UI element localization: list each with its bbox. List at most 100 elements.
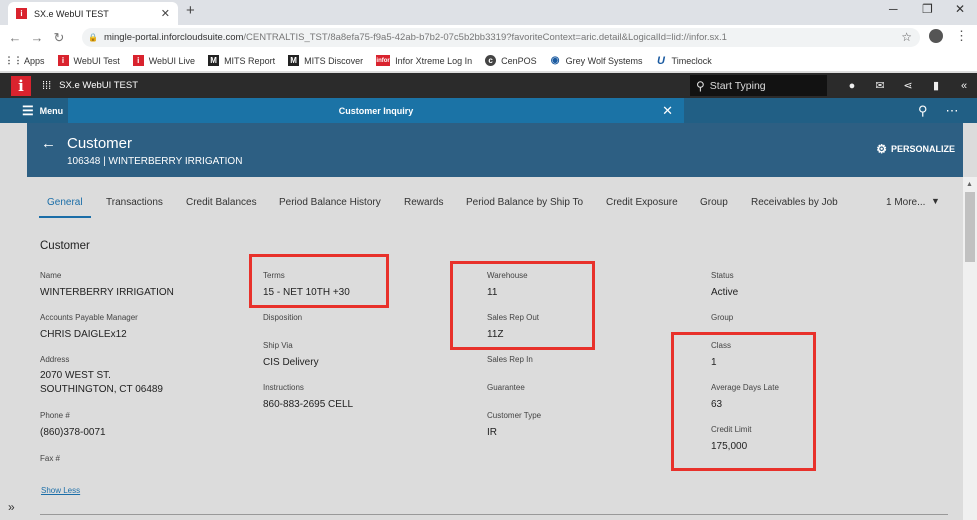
browser-tab-title: SX.e WebUI TEST — [34, 8, 109, 19]
address-label: Address — [40, 355, 70, 364]
ap-manager-value: CHRIS DAIGLEx12 — [40, 329, 127, 340]
new-tab-button[interactable]: + — [186, 2, 195, 19]
tab-transactions[interactable]: Transactions — [106, 197, 163, 208]
highlight-box-credit — [671, 332, 816, 471]
section-divider — [40, 514, 948, 515]
address-line1: 2070 WEST ST. — [40, 370, 111, 381]
back-arrow-icon[interactable]: ← — [4, 30, 26, 45]
bookmark-infor-xtreme[interactable]: infor Infor Xtreme Log In — [376, 55, 472, 66]
minimize-icon[interactable]: ─ — [889, 2, 898, 16]
expand-sidebar-icon[interactable]: » — [8, 500, 15, 514]
show-less-link[interactable]: Show Less — [41, 486, 80, 495]
bookmark-mits-discover[interactable]: M MITS Discover — [288, 55, 363, 66]
bookmark-webui-live[interactable]: i WebUI Live — [132, 55, 195, 66]
left-sidebar — [0, 123, 27, 520]
phone-value: (860)378-0071 — [40, 427, 106, 438]
restore-icon[interactable]: ❐ — [922, 2, 933, 16]
bookmark-icon[interactable]: ▮ — [922, 79, 950, 92]
back-arrow-icon[interactable]: ← — [41, 135, 56, 152]
app-title: SX.e WebUI TEST — [59, 80, 139, 91]
personalize-button[interactable]: ⚙ PERSONALIZE — [876, 142, 955, 156]
infor-logo[interactable]: i — [11, 75, 31, 96]
navbar-actions: ⚲ ⋯ — [918, 98, 977, 123]
user-icon[interactable]: ● — [838, 80, 866, 92]
fax-label: Fax # — [40, 454, 61, 463]
tab-period-balance-history[interactable]: Period Balance History — [279, 197, 381, 208]
window-close-icon[interactable]: ✕ — [955, 2, 965, 16]
tab-credit-exposure[interactable]: Credit Exposure — [606, 197, 678, 208]
profile-avatar-icon[interactable] — [929, 29, 943, 43]
timeclock-icon: U — [657, 54, 665, 67]
global-search-input[interactable]: ⚲ Start Typing — [690, 75, 827, 96]
browser-tabstrip: i SX.e WebUI TEST ✕ + ─ ❐ ✕ — [0, 0, 977, 25]
tab-group[interactable]: Group — [700, 197, 728, 208]
close-tab-icon[interactable]: ✕ — [662, 103, 673, 119]
infor-icon: i — [132, 55, 144, 66]
tab-more[interactable]: 1 More... — [886, 197, 925, 208]
tab-customer-inquiry[interactable]: Customer Inquiry ✕ — [68, 98, 684, 123]
bookmark-grey-wolf[interactable]: ◉ Grey Wolf Systems — [550, 55, 643, 66]
customer-id-subtitle: 106348 | WINTERBERRY IRRIGATION — [67, 156, 243, 167]
browser-menu-icon[interactable]: ⋮ — [955, 28, 968, 44]
tab-receivables-by-job[interactable]: Receivables by Job — [751, 197, 838, 208]
forward-arrow-icon[interactable]: → — [26, 30, 48, 45]
bookmark-star-icon[interactable]: ☆ — [901, 30, 912, 44]
instructions-value: 860-883-2695 CELL — [263, 399, 354, 410]
mits-icon: M — [208, 55, 220, 66]
app-top-bar: i ⁞⁞⁞ SX.e WebUI TEST ⚲ Start Typing ● ✉… — [0, 73, 977, 98]
disposition-label: Disposition — [263, 313, 303, 322]
browser-tab[interactable]: i SX.e WebUI TEST ✕ — [8, 2, 178, 25]
url-text: mingle-portal.inforcloudsuite.com/CENTRA… — [104, 32, 727, 43]
status-label: Status — [711, 271, 734, 280]
reload-icon[interactable]: ↻ — [48, 30, 70, 46]
bookmark-cenpos[interactable]: c CenPOS — [485, 55, 537, 66]
tab-period-balance-ship-to[interactable]: Period Balance by Ship To — [466, 197, 583, 208]
bookmark-mits-report[interactable]: M MITS Report — [208, 55, 275, 66]
search-icon: ⚲ — [696, 78, 705, 93]
instructions-label: Instructions — [263, 383, 304, 392]
infor-icon: i — [57, 55, 69, 66]
main-content: General Transactions Credit Balances Per… — [27, 177, 963, 520]
detail-tabs: General Transactions Credit Balances Per… — [27, 177, 963, 222]
bookmarks-bar: ⋮⋮ Apps i WebUI Test i WebUI Live M MITS Rep… — [0, 50, 977, 72]
page-title: Customer — [67, 135, 133, 152]
group-label: Group — [711, 313, 734, 322]
app-icons: ● ✉ ⋖ ▮ « — [838, 73, 977, 98]
url-input[interactable]: 🔒 mingle-portal.inforcloudsuite.com/CENT… — [82, 28, 920, 47]
tab-general[interactable]: General — [47, 197, 83, 208]
cenpos-icon: c — [485, 55, 497, 66]
name-label: Name — [40, 271, 62, 280]
infor-favicon-icon: i — [16, 8, 27, 19]
tab-close-icon[interactable]: ✕ — [161, 7, 170, 20]
status-value: Active — [711, 287, 739, 298]
menu-button[interactable]: ☰ Menu — [22, 98, 63, 123]
scroll-up-icon[interactable]: ▲ — [966, 181, 973, 188]
lock-icon: 🔒 — [88, 33, 98, 42]
infor-xtreme-icon: infor — [376, 55, 391, 66]
section-title: Customer — [40, 240, 90, 252]
more-options-icon[interactable]: ⋯ — [946, 103, 959, 119]
page-header: ← Customer 106348 | WINTERBERRY IRRIGATI… — [27, 123, 963, 177]
ship-via-label: Ship Via — [263, 341, 293, 350]
customer-type-value: IR — [487, 427, 497, 438]
search-icon[interactable]: ⚲ — [918, 103, 928, 119]
mail-icon[interactable]: ✉ — [866, 79, 894, 92]
bookmark-timeclock[interactable]: U Timeclock — [656, 54, 712, 67]
tab-rewards[interactable]: Rewards — [404, 197, 443, 208]
collapse-icon[interactable]: « — [950, 80, 977, 92]
search-placeholder: Start Typing — [709, 79, 766, 92]
bookmark-apps[interactable]: ⋮⋮ Apps — [4, 55, 45, 66]
address-line2: SOUTHINGTON, CT 06489 — [40, 384, 163, 395]
guarantee-label: Guarantee — [487, 383, 525, 392]
scrollbar-thumb[interactable] — [965, 192, 975, 262]
apps-grid-icon: ⋮⋮ — [4, 55, 23, 65]
phone-label: Phone # — [40, 411, 70, 420]
share-icon[interactable]: ⋖ — [894, 79, 922, 92]
customer-type-label: Customer Type — [487, 411, 542, 420]
greywolf-icon: ◉ — [550, 55, 560, 66]
tab-credit-balances[interactable]: Credit Balances — [186, 197, 257, 208]
active-tab-indicator — [39, 216, 91, 218]
bookmark-webui-test[interactable]: i WebUI Test — [57, 55, 120, 66]
chevron-down-icon[interactable]: ▼ — [931, 196, 940, 206]
app-grid-icon[interactable]: ⁞⁞⁞ — [42, 80, 51, 92]
